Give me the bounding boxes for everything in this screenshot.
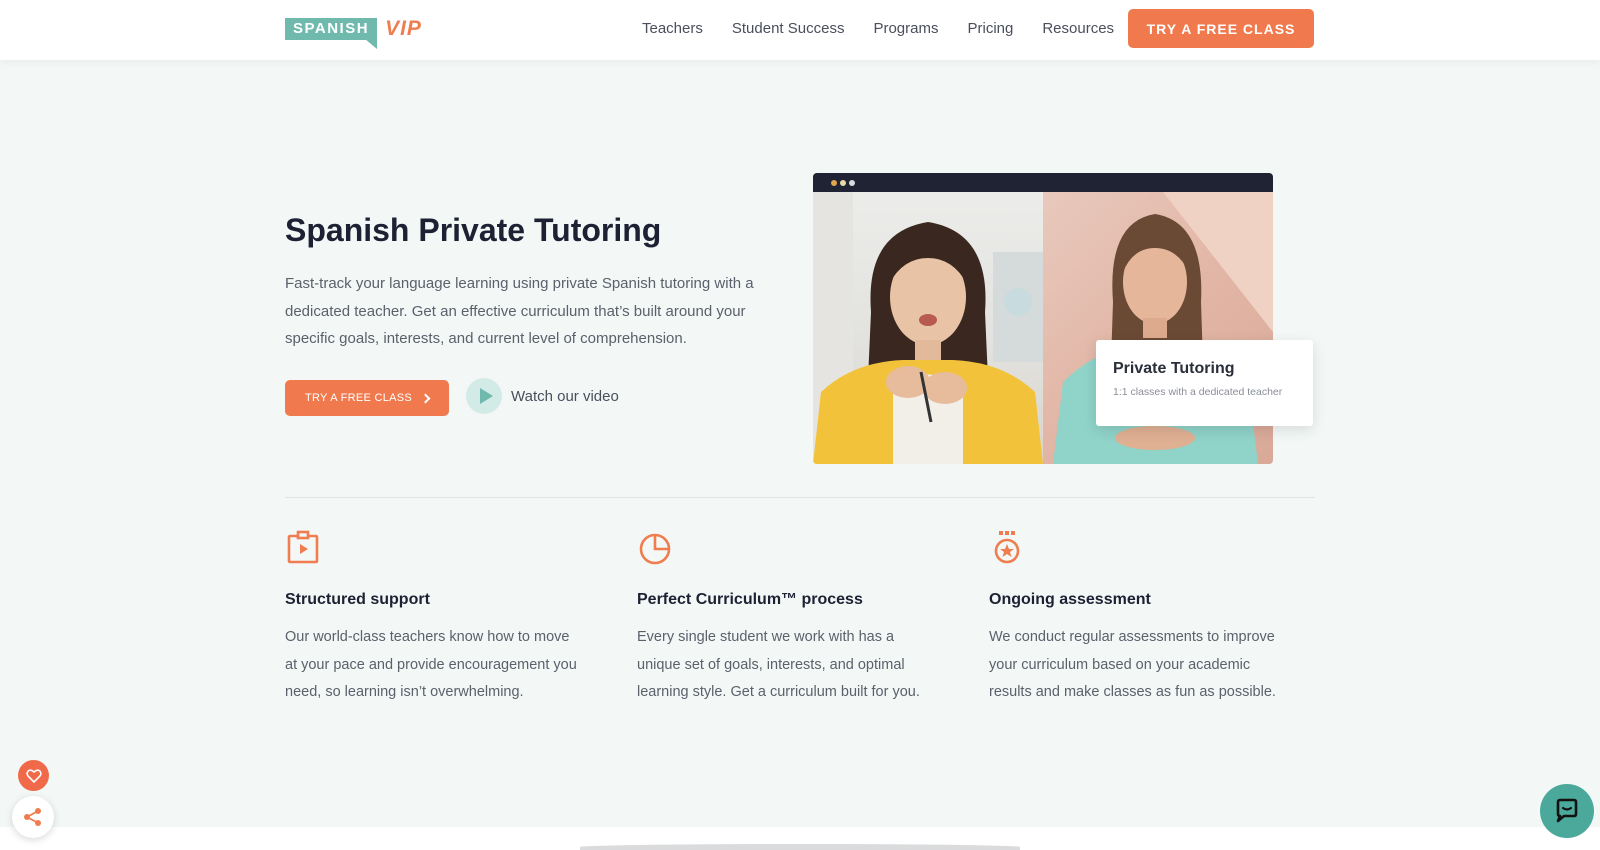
nav-resources[interactable]: Resources: [1042, 20, 1114, 37]
feature-title: Ongoing assessment: [989, 591, 1151, 608]
nav-programs[interactable]: Programs: [873, 20, 938, 37]
watch-video-link[interactable]: Watch our video: [466, 378, 619, 414]
play-icon: [466, 378, 502, 414]
hero-description: Fast-track your language learning using …: [285, 275, 754, 347]
share-button[interactable]: [12, 796, 54, 838]
hero-section: [0, 82, 1600, 827]
medal-icon: [994, 531, 1020, 564]
private-tutoring-card: Private Tutoring 1:1 classes with a dedi…: [1096, 340, 1313, 426]
feature-description: Our world-class teachers know how to mov…: [285, 629, 577, 700]
pie-chart-icon: [639, 533, 671, 565]
hero-cta-label: TRY A FREE CLASS: [304, 392, 413, 404]
next-section-shadow: [580, 844, 1020, 850]
hero-free-class-button[interactable]: TRY A FREE CLASS: [285, 380, 449, 416]
nav-student-success[interactable]: Student Success: [732, 20, 845, 37]
feature-ongoing-assessment: Ongoing assessment We conduct regular as…: [989, 530, 1289, 707]
nav-teachers[interactable]: Teachers: [642, 20, 703, 37]
site-header: SPANISH VIP Teachers Student Success Pro…: [0, 0, 1600, 60]
feature-description: We conduct regular assessments to improv…: [989, 629, 1276, 700]
feature-structured-support: Structured support Our world-class teach…: [285, 530, 585, 707]
video-window-bar: [813, 173, 1273, 192]
feature-title: Perfect Curriculum™ process: [637, 591, 863, 608]
logo-wordmark: SPANISH: [285, 18, 378, 49]
feature-title: Structured support: [285, 591, 430, 608]
main-nav: Teachers Student Success Programs Pricin…: [642, 0, 1114, 56]
logo[interactable]: SPANISH VIP: [285, 13, 422, 49]
logo-accent: VIP: [385, 17, 422, 40]
watch-video-label: Watch our video: [511, 387, 619, 405]
card-title: Private Tutoring: [1113, 360, 1235, 377]
header-free-class-button[interactable]: TRY A FREE CLASS: [1128, 9, 1314, 48]
chat-icon: [1556, 798, 1578, 823]
share-icon: [24, 808, 41, 826]
card-subtitle: 1:1 classes with a dedicated teacher: [1113, 386, 1283, 398]
student-image: [813, 192, 1043, 464]
student-video-pane: [813, 192, 1043, 464]
feature-description: Every single student we work with has a …: [637, 629, 920, 700]
feature-perfect-curriculum: Perfect Curriculum™ process Every single…: [637, 530, 937, 707]
chat-widget-button[interactable]: [1540, 784, 1594, 838]
nav-pricing[interactable]: Pricing: [967, 20, 1013, 37]
section-divider: [285, 497, 1315, 498]
page-title: Spanish Private Tutoring: [285, 212, 662, 248]
clipboard-play-icon: [287, 530, 319, 564]
favorite-button[interactable]: [18, 760, 49, 791]
chevron-right-icon: [420, 393, 431, 403]
heart-icon: [25, 768, 42, 783]
